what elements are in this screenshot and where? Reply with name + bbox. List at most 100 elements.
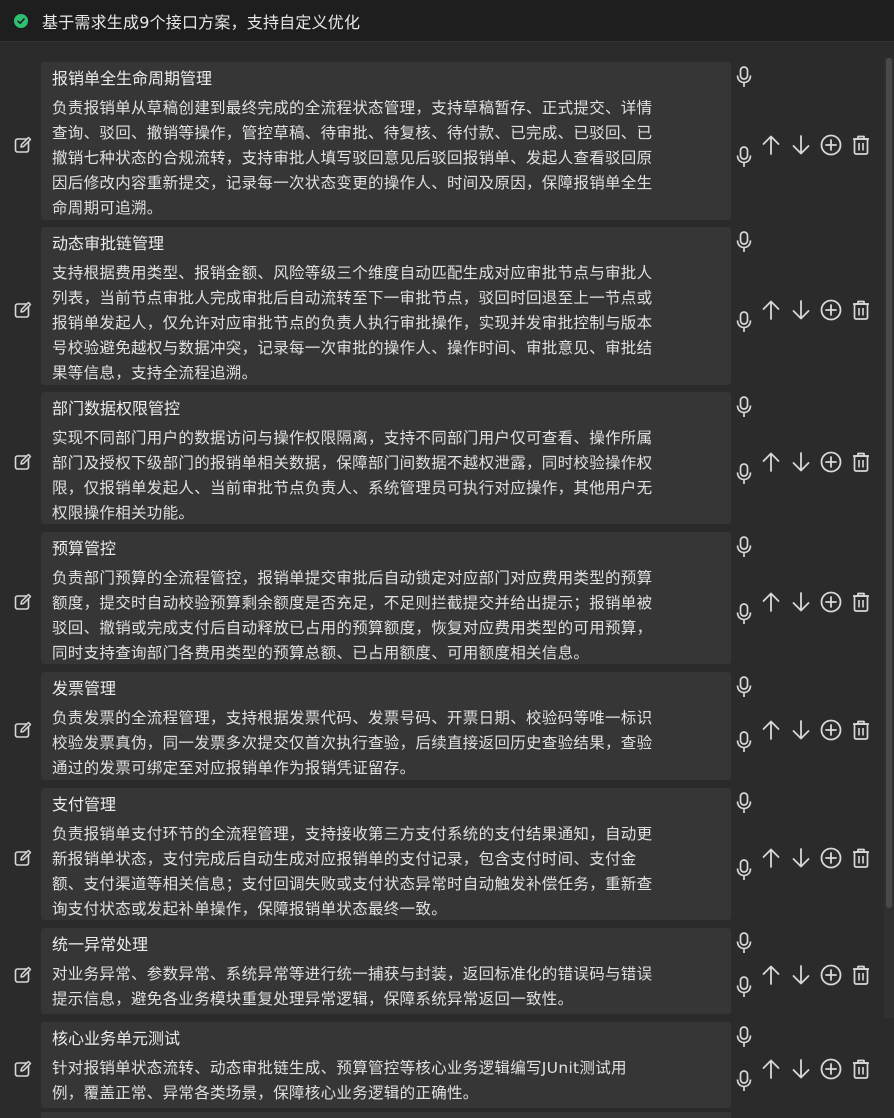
- description-voice-input-button[interactable]: [733, 1070, 755, 1096]
- move-up-button[interactable]: [759, 964, 783, 990]
- add-item-button[interactable]: [819, 134, 843, 160]
- description-line: 驳回、撤销或完成支付后自动释放已占用的预算额度，恢复对应费用类型的可用预算，: [52, 619, 653, 637]
- plan-card[interactable]: 统一异常处理 对业务异常、参数异常、系统异常等进行统一捕获与封装，返回标准化的错误…: [41, 928, 731, 1014]
- plan-card[interactable]: 预算管控 负责部门预算的全流程管控，报销单提交审批后自动锁定对应部门对应费用类型的…: [41, 532, 731, 664]
- title-voice-input-button[interactable]: [733, 231, 755, 257]
- plan-title: 动态审批链管理: [52, 234, 165, 253]
- microphone-icon: [735, 395, 753, 423]
- trash-icon: [850, 963, 872, 991]
- plus-circle-icon: [819, 133, 843, 161]
- plan-card[interactable]: 支付管理 负责报销单支付环节的全流程管理，支持接收第三方支付系统的支付结果通知，自…: [41, 788, 731, 920]
- move-down-button[interactable]: [789, 451, 813, 477]
- add-item-button[interactable]: [819, 299, 843, 325]
- trash-icon: [850, 590, 872, 618]
- move-down-button[interactable]: [789, 134, 813, 160]
- plan-card[interactable]: 核心业务单元测试 针对报销单状态流转、动态审批链生成、预算管控等核心业务逻辑编写J…: [41, 1022, 731, 1108]
- move-down-button[interactable]: [789, 847, 813, 873]
- add-item-button[interactable]: [819, 451, 843, 477]
- add-item-button[interactable]: [819, 591, 843, 617]
- description-voice-input-button[interactable]: [733, 146, 755, 172]
- add-item-button[interactable]: [819, 1058, 843, 1084]
- description-voice-input-button[interactable]: [733, 603, 755, 629]
- description-voice-input-button[interactable]: [733, 731, 755, 757]
- delete-item-button[interactable]: [849, 591, 873, 617]
- plan-row: 发票管理 负责发票的全流程管理，支持根据发票代码、发票号码、开票日期、校验码等唯一…: [0, 672, 884, 780]
- edit-icon: [13, 592, 33, 616]
- next-card-partial: [41, 1112, 731, 1118]
- row-actions: [759, 133, 877, 161]
- microphone-icon: [735, 65, 753, 93]
- title-voice-input-button[interactable]: [733, 396, 755, 422]
- add-item-button[interactable]: [819, 719, 843, 745]
- title-voice-input-button[interactable]: [733, 932, 755, 958]
- edit-button[interactable]: [11, 965, 35, 989]
- title-voice-input-button[interactable]: [733, 676, 755, 702]
- title-voice-input-button[interactable]: [733, 66, 755, 92]
- description-voice-input-button[interactable]: [733, 859, 755, 885]
- plan-title: 报销单全生命周期管理: [52, 69, 213, 88]
- arrow-up-icon: [760, 1057, 782, 1085]
- edit-button[interactable]: [11, 135, 35, 159]
- plus-circle-icon: [819, 1057, 843, 1085]
- delete-item-button[interactable]: [849, 1058, 873, 1084]
- description-voice-input-button[interactable]: [733, 463, 755, 489]
- move-up-button[interactable]: [759, 299, 783, 325]
- edit-button[interactable]: [11, 452, 35, 476]
- description-line: 实现不同部门用户的数据访问与操作权限隔离，支持不同部门用户仅可查看、操作所属: [52, 429, 653, 447]
- description-line: 果等信息，支持全流程追溯。: [52, 364, 258, 382]
- plan-card[interactable]: 报销单全生命周期管理 负责报销单从草稿创建到最终完成的全流程状态管理，支持草稿暂存…: [41, 62, 731, 220]
- description-voice-input-button[interactable]: [733, 976, 755, 1002]
- move-down-button[interactable]: [789, 1058, 813, 1084]
- move-up-button[interactable]: [759, 591, 783, 617]
- plus-circle-icon: [819, 450, 843, 478]
- arrow-up-icon: [760, 718, 782, 746]
- description-line: 列表，当前节点审批人完成审批后自动流转至下一审批节点，驳回时回退至上一节点或: [52, 289, 653, 307]
- plan-row: 核心业务单元测试 针对报销单状态流转、动态审批链生成、预算管控等核心业务逻辑编写J…: [0, 1022, 884, 1108]
- title-voice-input-button[interactable]: [733, 536, 755, 562]
- header-bar: 基于需求生成9个接口方案，支持自定义优化: [0, 0, 894, 42]
- microphone-icon: [735, 310, 753, 338]
- add-item-button[interactable]: [819, 964, 843, 990]
- delete-item-button[interactable]: [849, 299, 873, 325]
- plan-card[interactable]: 动态审批链管理 支持根据费用类型、报销金额、风险等级三个维度自动匹配生成对应审批节…: [41, 227, 731, 385]
- plan-card[interactable]: 发票管理 负责发票的全流程管理，支持根据发票代码、发票号码、开票日期、校验码等唯一…: [41, 672, 731, 780]
- scrollbar-thumb[interactable]: [886, 58, 892, 908]
- delete-item-button[interactable]: [849, 964, 873, 990]
- edit-button[interactable]: [11, 1059, 35, 1083]
- move-down-button[interactable]: [789, 299, 813, 325]
- move-up-button[interactable]: [759, 451, 783, 477]
- move-down-button[interactable]: [789, 719, 813, 745]
- title-voice-input-button[interactable]: [733, 792, 755, 818]
- arrow-up-icon: [760, 846, 782, 874]
- description-line: 权限操作相关功能。: [52, 504, 195, 522]
- microphone-icon: [735, 730, 753, 758]
- description-line: 额度，提交时自动校验预算剩余额度是否充足，不足则拦截提交并给出提示；报销单被: [52, 594, 653, 612]
- delete-item-button[interactable]: [849, 134, 873, 160]
- delete-item-button[interactable]: [849, 451, 873, 477]
- arrow-down-icon: [790, 718, 812, 746]
- delete-item-button[interactable]: [849, 719, 873, 745]
- row-actions: [759, 718, 877, 746]
- move-down-button[interactable]: [789, 964, 813, 990]
- trash-icon: [850, 846, 872, 874]
- scrollbar[interactable]: [884, 58, 894, 1018]
- delete-item-button[interactable]: [849, 847, 873, 873]
- microphone-icon: [735, 975, 753, 1003]
- edit-button[interactable]: [11, 300, 35, 324]
- add-item-button[interactable]: [819, 847, 843, 873]
- move-up-button[interactable]: [759, 134, 783, 160]
- move-up-button[interactable]: [759, 719, 783, 745]
- plan-title: 统一异常处理: [52, 935, 149, 954]
- plan-card[interactable]: 部门数据权限管控 实现不同部门用户的数据访问与操作权限隔离，支持不同部门用户仅可查…: [41, 392, 731, 524]
- arrow-down-icon: [790, 963, 812, 991]
- title-voice-input-button[interactable]: [733, 1026, 755, 1052]
- plan-description: 负责部门预算的全流程管控，报销单提交审批后自动锁定对应部门对应费用类型的预算 额度…: [52, 566, 722, 666]
- move-up-button[interactable]: [759, 1058, 783, 1084]
- description-voice-input-button[interactable]: [733, 311, 755, 337]
- edit-button[interactable]: [11, 720, 35, 744]
- microphone-icon: [735, 462, 753, 490]
- edit-button[interactable]: [11, 592, 35, 616]
- move-up-button[interactable]: [759, 847, 783, 873]
- edit-button[interactable]: [11, 848, 35, 872]
- move-down-button[interactable]: [789, 591, 813, 617]
